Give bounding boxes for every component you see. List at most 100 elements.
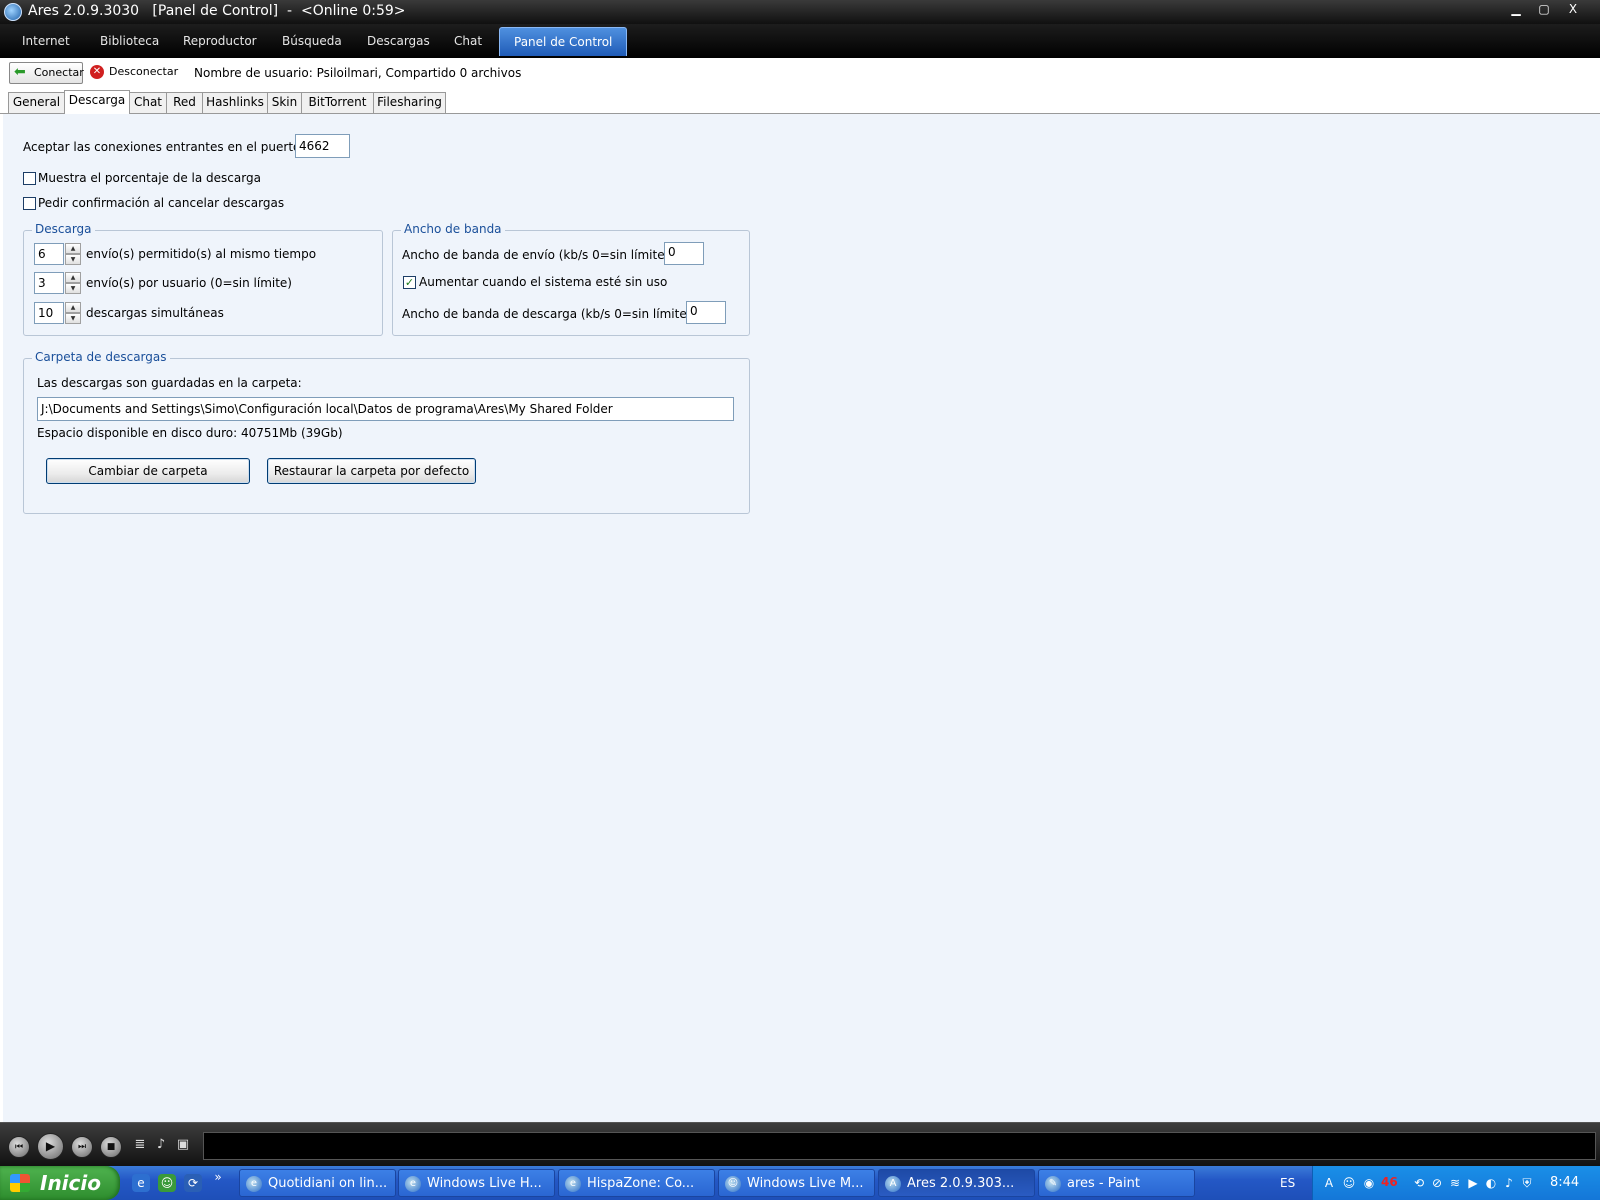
user-tray-icon[interactable]: ☺ (1341, 1175, 1357, 1191)
spin-down-icon[interactable]: ▼ (65, 283, 81, 294)
ares-logo-icon (4, 3, 22, 21)
disconnect-label: Desconectar (109, 65, 179, 78)
task-label: ares - Paint (1067, 1176, 1140, 1191)
network-tray-icon[interactable]: ≋ (1447, 1175, 1463, 1191)
start-label: Inicio (40, 1171, 101, 1195)
maximize-button[interactable]: ▢ (1532, 2, 1556, 16)
uploads-label: envío(s) permitido(s) al mismo tiempo (86, 247, 317, 261)
main-tab-bar: Internet Biblioteca Reproductor Búsqueda… (0, 24, 1600, 59)
ares-tray-icon[interactable]: A (1321, 1175, 1337, 1191)
internet-explorer-icon: e (565, 1176, 581, 1192)
spin-up-icon[interactable]: ▲ (65, 272, 81, 283)
subtab-skin[interactable]: Skin (267, 92, 302, 113)
task-quotidiani[interactable]: e Quotidiani on lin... (239, 1169, 396, 1197)
speaker-tray-icon[interactable]: ♪ (1501, 1175, 1517, 1191)
bandwidth-group: Ancho de banda Ancho de banda de envío (… (392, 222, 750, 336)
antivirus-tray-icon[interactable]: ◉ (1361, 1175, 1377, 1191)
increase-idle-label: Aumentar cuando el sistema esté sin uso (419, 275, 668, 289)
subtab-hashlinks[interactable]: Hashlinks (202, 92, 268, 113)
subtab-descarga[interactable]: Descarga (64, 90, 130, 114)
task-windows-live-m[interactable]: ☺ Windows Live M... (718, 1169, 875, 1197)
tab-reproductor[interactable]: Reproductor (169, 27, 271, 55)
windows-taskbar: Inicio e ☺ ⟳ » e Quotidiani on lin... e … (0, 1166, 1600, 1200)
per-user-value[interactable]: 3 (34, 272, 64, 294)
download-bandwidth-input[interactable]: 0 (686, 301, 726, 324)
messenger-icon: ☺ (725, 1176, 741, 1192)
confirm-cancel-label: Pedir confirmación al cancelar descargas (38, 196, 285, 210)
messenger-icon[interactable]: ☺ (158, 1174, 176, 1192)
connection-toolbar: ⬅ Conectar ✕ Desconectar Nombre de usuar… (0, 58, 1600, 89)
playlist-icon[interactable]: ≣ (133, 1137, 147, 1153)
per-user-label: envío(s) por usuario (0=sin límite) (86, 276, 292, 290)
user-status: Nombre de usuario: Psiloilmari, Comparti… (194, 66, 522, 80)
change-folder-button[interactable]: Cambiar de carpeta (46, 458, 250, 484)
next-track-icon[interactable]: ⏭ (71, 1136, 93, 1158)
spin-up-icon[interactable]: ▲ (65, 302, 81, 313)
task-ares[interactable]: A Ares 2.0.9.303... (878, 1169, 1035, 1197)
download-settings-panel: Aceptar las conexiones entrantes en el p… (3, 114, 1600, 1122)
spin-down-icon[interactable]: ▼ (65, 313, 81, 324)
connect-button[interactable]: ⬅ Conectar (9, 62, 84, 84)
upload-bandwidth-input[interactable]: 0 (664, 242, 704, 265)
title-bar: Ares 2.0.9.3030 [Panel de Control] - <On… (0, 0, 1600, 24)
stop-icon[interactable]: ■ (100, 1136, 122, 1158)
free-space-label: Espacio disponible en disco duro: 40751M… (37, 426, 343, 440)
folder-group-title: Carpeta de descargas (32, 350, 170, 364)
more-quicklaunch-icon[interactable]: » (212, 1168, 224, 1186)
subtab-bittorrent[interactable]: BitTorrent (301, 92, 374, 113)
increase-idle-checkbox[interactable]: ✓ (403, 276, 416, 289)
task-label: Windows Live M... (747, 1176, 864, 1191)
task-ares-paint[interactable]: ✎ ares - Paint (1038, 1169, 1195, 1197)
previous-track-icon[interactable]: ⏮ (8, 1136, 30, 1158)
spin-down-icon[interactable]: ▼ (65, 254, 81, 265)
uploads-value[interactable]: 6 (34, 243, 64, 265)
task-windows-live-h[interactable]: e Windows Live H... (398, 1169, 555, 1197)
subtab-red[interactable]: Red (166, 92, 203, 113)
volume-icon[interactable]: ♪ (154, 1137, 168, 1153)
show-percent-checkbox[interactable] (23, 172, 36, 185)
simultaneous-label: descargas simultáneas (86, 306, 224, 320)
subtab-chat[interactable]: Chat (129, 92, 167, 113)
subtab-general[interactable]: General (8, 92, 65, 113)
close-button[interactable]: X (1561, 2, 1585, 16)
download-group-title: Descarga (32, 222, 95, 236)
minimize-button[interactable]: ▁ (1504, 2, 1528, 16)
video-icon[interactable]: ▣ (176, 1137, 190, 1153)
upload-bandwidth-label: Ancho de banda de envío (kb/s 0=sin lími… (402, 248, 670, 262)
quicklaunch-app-icon[interactable]: ⟳ (184, 1174, 202, 1192)
task-label: Quotidiani on lin... (268, 1176, 388, 1191)
tab-biblioteca[interactable]: Biblioteca (86, 27, 173, 55)
port-input[interactable]: 4662 (295, 134, 350, 158)
settings-tab-bar: General Descarga Chat Red Hashlinks Skin… (0, 88, 1600, 114)
blocked-tray-icon[interactable]: ⊘ (1429, 1175, 1445, 1191)
internet-explorer-icon: e (405, 1176, 421, 1192)
spin-up-icon[interactable]: ▲ (65, 243, 81, 254)
tab-descargas[interactable]: Descargas (353, 27, 444, 55)
tab-busqueda[interactable]: Búsqueda (268, 27, 356, 55)
show-percent-label: Muestra el porcentaje de la descarga (38, 171, 261, 185)
start-button[interactable]: Inicio (0, 1166, 120, 1200)
player-tray-icon[interactable]: ▶ (1465, 1175, 1481, 1191)
task-hispazone[interactable]: e HispaZone: Co... (558, 1169, 715, 1197)
restore-folder-button[interactable]: Restaurar la carpeta por defecto (267, 458, 476, 484)
download-folder-group: Carpeta de descargas Las descargas son g… (23, 350, 750, 514)
security-tray-icon[interactable]: ⛨ (1519, 1175, 1535, 1191)
internet-explorer-icon[interactable]: e (132, 1174, 150, 1192)
tab-chat[interactable]: Chat (440, 27, 496, 55)
simultaneous-value[interactable]: 10 (34, 302, 64, 324)
subtab-filesharing[interactable]: Filesharing (373, 92, 446, 113)
language-indicator[interactable]: ES (1280, 1176, 1295, 1190)
clock[interactable]: 8:44 (1550, 1175, 1579, 1190)
tab-panel-de-control[interactable]: Panel de Control (499, 27, 628, 56)
volume-tray-icon[interactable]: ◐ (1483, 1175, 1499, 1191)
task-label: Windows Live H... (427, 1176, 542, 1191)
download-folder-path[interactable]: J:\Documents and Settings\Simo\Configura… (37, 397, 734, 421)
system-tray: A ☺ ◉ 46 ⟲ ⊘ ≋ ▶ ◐ ♪ ⛨ 8:44 (1312, 1166, 1600, 1200)
play-icon[interactable]: ▶ (37, 1133, 64, 1160)
internet-explorer-icon: e (246, 1176, 262, 1192)
update-tray-icon[interactable]: ⟲ (1411, 1175, 1427, 1191)
task-label: HispaZone: Co... (587, 1176, 695, 1191)
tab-internet[interactable]: Internet (8, 27, 84, 55)
port-label: Aceptar las conexiones entrantes en el p… (23, 140, 305, 154)
confirm-cancel-checkbox[interactable] (23, 197, 36, 210)
